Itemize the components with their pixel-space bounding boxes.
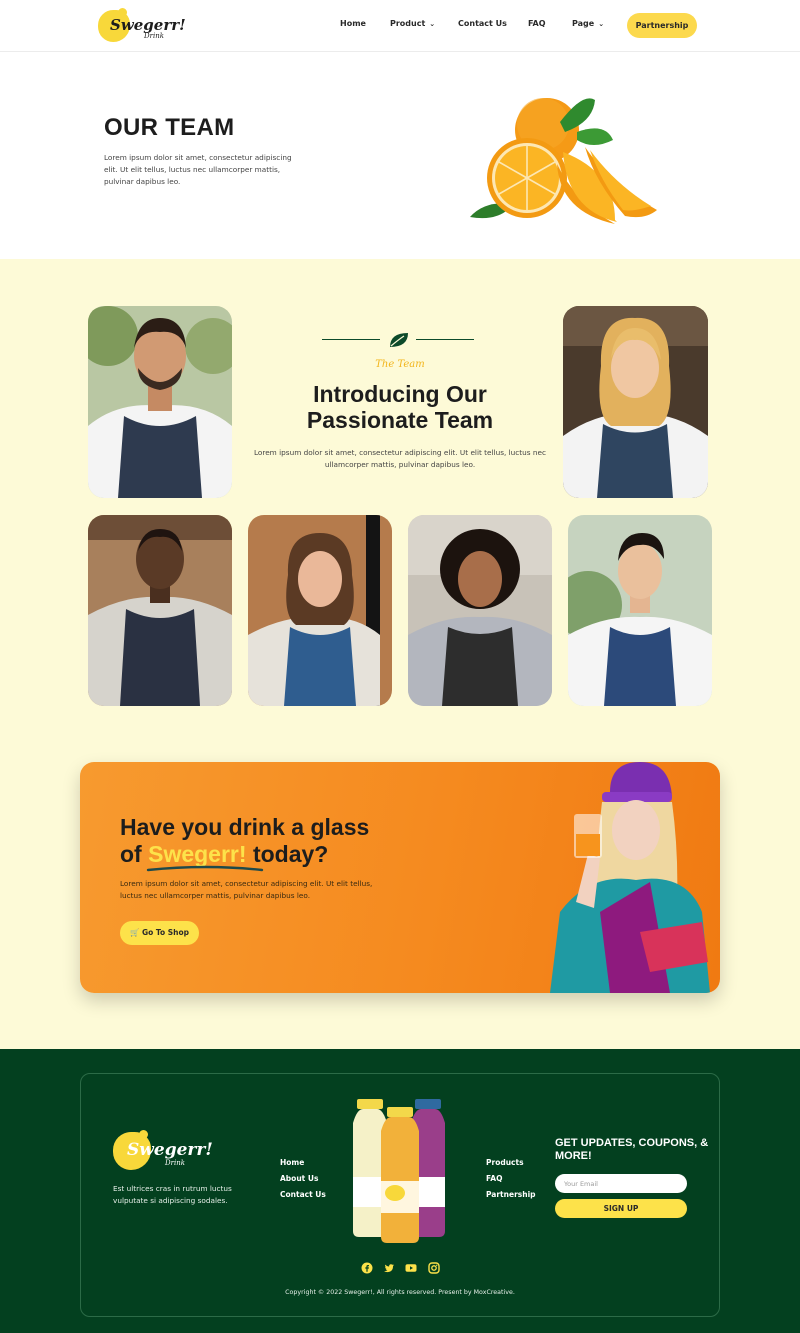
youtube-icon[interactable]	[405, 1262, 417, 1274]
chevron-down-icon: ⌄	[598, 20, 605, 28]
instagram-icon[interactable]	[428, 1262, 440, 1274]
logo-tagline: Drink	[144, 32, 164, 40]
team-member-photo	[563, 306, 708, 498]
logo-drop-shape	[139, 1130, 148, 1139]
page-title: OUR TEAM	[104, 114, 235, 141]
copyright-text: Copyright © 2022 Swegerr!, All rights re…	[285, 1289, 515, 1296]
footer-link-partnership[interactable]: Partnership	[486, 1190, 536, 1199]
chevron-down-icon: ⌄	[429, 20, 436, 28]
footer-logo-tagline: Drink	[165, 1159, 185, 1167]
footer-link-home[interactable]: Home	[280, 1158, 304, 1167]
partnership-button[interactable]: Partnership	[627, 13, 697, 38]
footer-link-products[interactable]: Products	[486, 1158, 524, 1167]
team-description: Lorem ipsum dolor sit amet, consectetur …	[253, 448, 547, 469]
divider-line-left	[322, 339, 380, 340]
cta-title-of: of	[120, 841, 142, 867]
cta-banner: Have you drink a glass of Swegerr! today…	[80, 762, 720, 993]
twitter-icon[interactable]	[383, 1262, 395, 1274]
cta-title-line1: Have you drink a glass	[120, 814, 370, 840]
team-member-photo	[88, 306, 232, 498]
cta-title: Have you drink a glass of Swegerr! today…	[120, 814, 369, 868]
newsletter-title: GET UPDATES, COUPONS, & MORE!	[555, 1137, 709, 1162]
team-member-photo	[88, 515, 232, 706]
nav-page[interactable]: Page ⌄	[572, 19, 604, 28]
hero-description: Lorem ipsum dolor sit amet, consectetur …	[104, 153, 292, 186]
team-member-photo	[248, 515, 392, 706]
nav-contact-us[interactable]: Contact Us	[458, 19, 507, 28]
footer-logo-wordmark: Swegerr!	[127, 1140, 213, 1160]
footer-link-contact-us[interactable]: Contact Us	[280, 1190, 326, 1199]
cta-description: Lorem ipsum dolor sit amet, consectetur …	[120, 879, 373, 900]
juice-bottles-image	[353, 1099, 445, 1243]
brand-underline-swoosh	[146, 865, 264, 872]
cart-icon: 🛒	[129, 928, 140, 937]
team-member-photo	[408, 515, 552, 706]
site-header: Swegerr! Drink Home Product ⌄ Contact Us …	[0, 0, 800, 52]
team-member-photo	[568, 515, 712, 706]
brand-logo[interactable]: Swegerr! Drink	[98, 8, 186, 44]
footer-brand-logo[interactable]: Swegerr! Drink	[113, 1130, 213, 1174]
orange-slices-image	[470, 98, 657, 224]
go-to-shop-label: Go To Shop	[141, 928, 190, 937]
sign-up-button[interactable]: SIGN UP	[555, 1199, 687, 1218]
woman-with-juice-image	[550, 762, 710, 993]
team-kicker: The Team	[375, 359, 425, 370]
footer-description: Est ultrices cras in rutrum luctus vulpu…	[113, 1184, 232, 1205]
footer-link-about-us[interactable]: About Us	[280, 1174, 318, 1183]
leaf-icon	[390, 333, 408, 347]
footer-link-faq[interactable]: FAQ	[486, 1174, 502, 1183]
nav-home[interactable]: Home	[340, 19, 366, 28]
email-input[interactable]	[555, 1174, 687, 1193]
nav-product[interactable]: Product ⌄	[390, 19, 435, 28]
facebook-icon[interactable]	[361, 1262, 373, 1274]
nav-faq[interactable]: FAQ	[528, 19, 546, 28]
team-title: Introducing Our Passionate Team	[306, 381, 494, 433]
go-to-shop-button[interactable]: 🛒 Go To Shop	[120, 921, 199, 945]
divider-line-right	[416, 339, 474, 340]
